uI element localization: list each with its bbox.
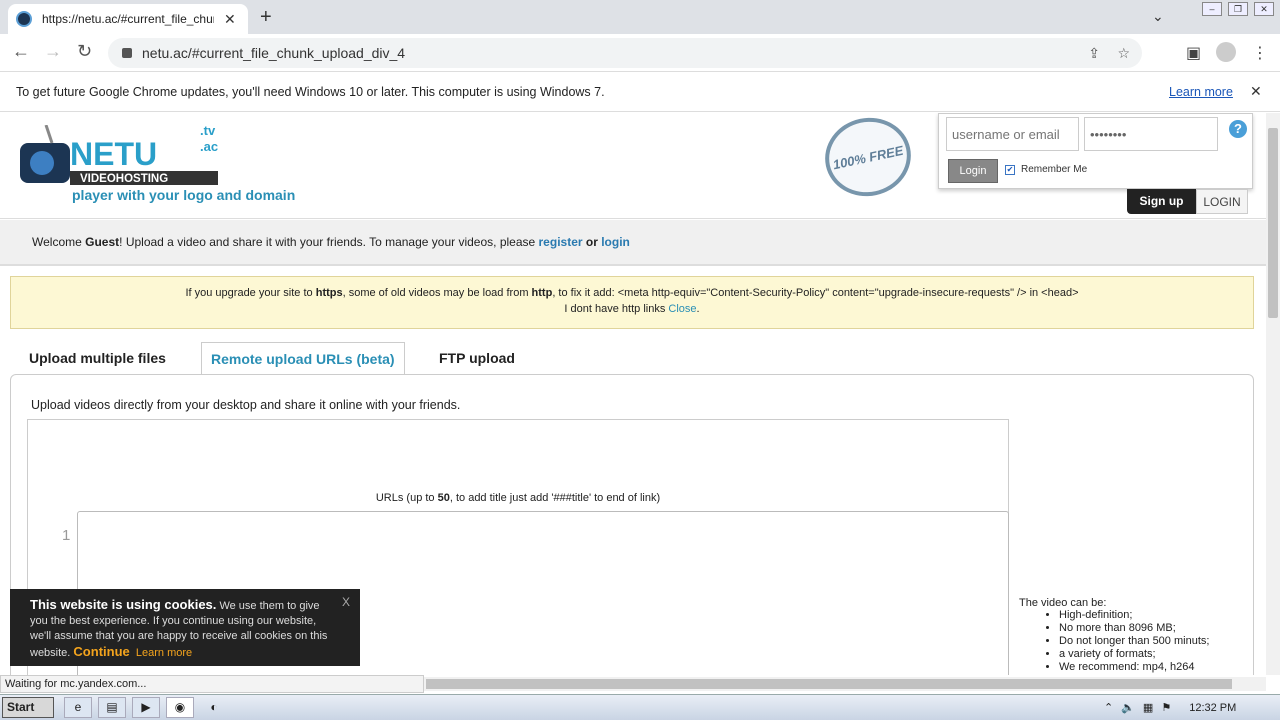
tab-search-chevron-icon[interactable]: ⌄ [1152, 8, 1164, 25]
status-bubble: Waiting for mc.yandex.com... [0, 675, 424, 693]
logo-tld-tv: .tv [200, 123, 216, 138]
remember-checkbox[interactable]: ✔ [1005, 164, 1015, 175]
cookie-continue-button[interactable]: Continue [73, 644, 129, 659]
infobar-learn-more-link[interactable]: Learn more [1169, 85, 1233, 99]
welcome-bar: Welcome Guest! Upload a video and share … [0, 220, 1266, 266]
remember-label: Remember Me [1021, 164, 1088, 175]
infobar-message: To get future Google Chrome updates, you… [16, 84, 605, 99]
tray-expand-icon[interactable]: ⌃ [1104, 701, 1113, 714]
login-link[interactable]: login [601, 235, 630, 249]
horizontal-scroll-thumb[interactable] [426, 679, 1232, 689]
tab-upload-multiple-files[interactable]: Upload multiple files [20, 342, 175, 375]
clock[interactable]: 12:32 PM [1189, 702, 1236, 714]
restore-icon[interactable]: ❐ [1228, 2, 1248, 16]
spec-item: a variety of formats; [1059, 648, 1249, 661]
forward-arrow-icon[interactable]: → [44, 41, 62, 62]
spec-item: Do not longer than 500 minuts; [1059, 635, 1249, 648]
flag-icon[interactable]: ⚑ [1161, 701, 1171, 714]
site-tagline: player with your logo and domain [72, 187, 296, 203]
password-input[interactable] [1084, 117, 1218, 151]
cookie-title: This website is using cookies. [30, 597, 217, 612]
system-tray: ⌃ 🔈 ▦ ⚑ 12:32 PM [1104, 697, 1274, 718]
cookie-close-button[interactable]: X [342, 595, 350, 610]
menu-kebab-icon[interactable]: ⋮ [1252, 43, 1268, 63]
infobar-close-icon[interactable]: ✕ [1250, 83, 1262, 100]
tab-ftp-upload[interactable]: FTP upload [430, 342, 524, 375]
notice-close-link[interactable]: Close [668, 303, 696, 315]
upload-tabs: Upload multiple files Remote upload URLs… [10, 340, 1254, 375]
media-player-icon[interactable]: ▶ [132, 697, 160, 718]
cookie-banner: X This website is using cookies. We use … [10, 589, 360, 666]
notice-line-1: If you upgrade your site to https, some … [185, 287, 1079, 299]
urls-caption: URLs (up to 50, to add title just add '#… [375, 492, 661, 504]
https-notice: If you upgrade your site to https, some … [10, 276, 1254, 329]
address-bar[interactable]: netu.ac/#current_file_chunk_upload_div_4… [108, 38, 1142, 68]
logo-videohosting-text: VIDEOHOSTING [80, 173, 168, 185]
minimize-icon[interactable]: – [1202, 2, 1222, 16]
spec-item: No more than 8096 MB; [1059, 622, 1249, 635]
help-icon[interactable]: ? [1229, 120, 1247, 138]
site-favicon-icon [16, 11, 32, 27]
tv-logo-icon: NETU VIDEOHOSTING [20, 124, 220, 185]
reload-icon[interactable]: ↻ [77, 41, 92, 62]
spec-item: High-definition; [1059, 609, 1249, 622]
back-arrow-icon[interactable]: ← [12, 41, 30, 62]
close-tab-icon[interactable]: ✕ [224, 11, 236, 28]
logo-netu-text: NETU [70, 136, 157, 172]
side-panel-icon[interactable]: ▣ [1186, 43, 1201, 63]
line-number: 1 [62, 527, 71, 544]
notice-line-2: I dont have http links Close. [564, 303, 700, 315]
sign-up-button[interactable]: Sign up [1127, 189, 1196, 214]
browser-tab[interactable]: https://netu.ac/#current_file_chunk ✕ [8, 4, 248, 34]
address-url[interactable]: netu.ac/#current_file_chunk_upload_div_4 [142, 45, 405, 61]
login-tab-button[interactable]: LOGIN [1196, 189, 1248, 214]
window-close-icon[interactable]: ✕ [1254, 2, 1274, 16]
browser-toolbar: ← → ↻ netu.ac/#current_file_chunk_upload… [0, 34, 1280, 72]
site-header: NETU VIDEOHOSTING .tv .ac player with yo… [0, 113, 1266, 219]
update-infobar: To get future Google Chrome updates, you… [0, 72, 1280, 112]
specs-title: The video can be: [1019, 597, 1107, 609]
seal-text: 100% FREE [831, 142, 905, 172]
tab-title: https://netu.ac/#current_file_chunk [42, 12, 214, 26]
login-form: Login ✔ Remember Me ? [938, 113, 1253, 189]
chrome-icon[interactable]: ◉ [166, 697, 194, 718]
remember-me[interactable]: ✔ Remember Me [1005, 164, 1087, 175]
username-input[interactable] [946, 117, 1079, 151]
share-icon[interactable]: ⇪ [1088, 45, 1100, 62]
page-viewport: NETU VIDEOHOSTING .tv .ac player with yo… [0, 113, 1266, 675]
video-specs: The video can be: High-definition; No mo… [1019, 597, 1249, 674]
welcome-text: Welcome Guest! Upload a video and share … [32, 235, 630, 249]
login-button[interactable]: Login [948, 159, 998, 183]
spec-item: We recommend: mp4, h264 [1059, 661, 1249, 674]
cookie-learn-more-link[interactable]: Learn more [136, 647, 192, 659]
free-seal-badge: 100% FREE [817, 113, 919, 205]
logo-tld-ac: .ac [200, 139, 219, 154]
edge-icon[interactable]: ◐ [200, 697, 228, 718]
lock-icon[interactable] [122, 48, 132, 58]
ie-icon[interactable]: e [64, 697, 92, 718]
profile-avatar-icon[interactable] [1216, 42, 1236, 62]
explorer-folder-icon[interactable]: ▤ [98, 697, 126, 718]
network-icon[interactable]: ▦ [1143, 701, 1153, 714]
tab-remote-upload-urls[interactable]: Remote upload URLs (beta) [201, 342, 405, 375]
upload-intro-text: Upload videos directly from your desktop… [31, 398, 461, 412]
register-link[interactable]: register [539, 235, 583, 249]
tab-strip: https://netu.ac/#current_file_chunk ✕ + … [0, 0, 1280, 34]
window-controls: – ❐ ✕ [1202, 2, 1274, 16]
volume-icon[interactable]: 🔈 [1121, 701, 1135, 714]
bookmark-star-icon[interactable]: ☆ [1117, 45, 1130, 62]
start-button[interactable]: Start [2, 697, 54, 718]
new-tab-button[interactable]: + [260, 6, 272, 29]
vertical-scroll-thumb[interactable] [1268, 128, 1278, 318]
guest-label: Guest [85, 235, 120, 249]
